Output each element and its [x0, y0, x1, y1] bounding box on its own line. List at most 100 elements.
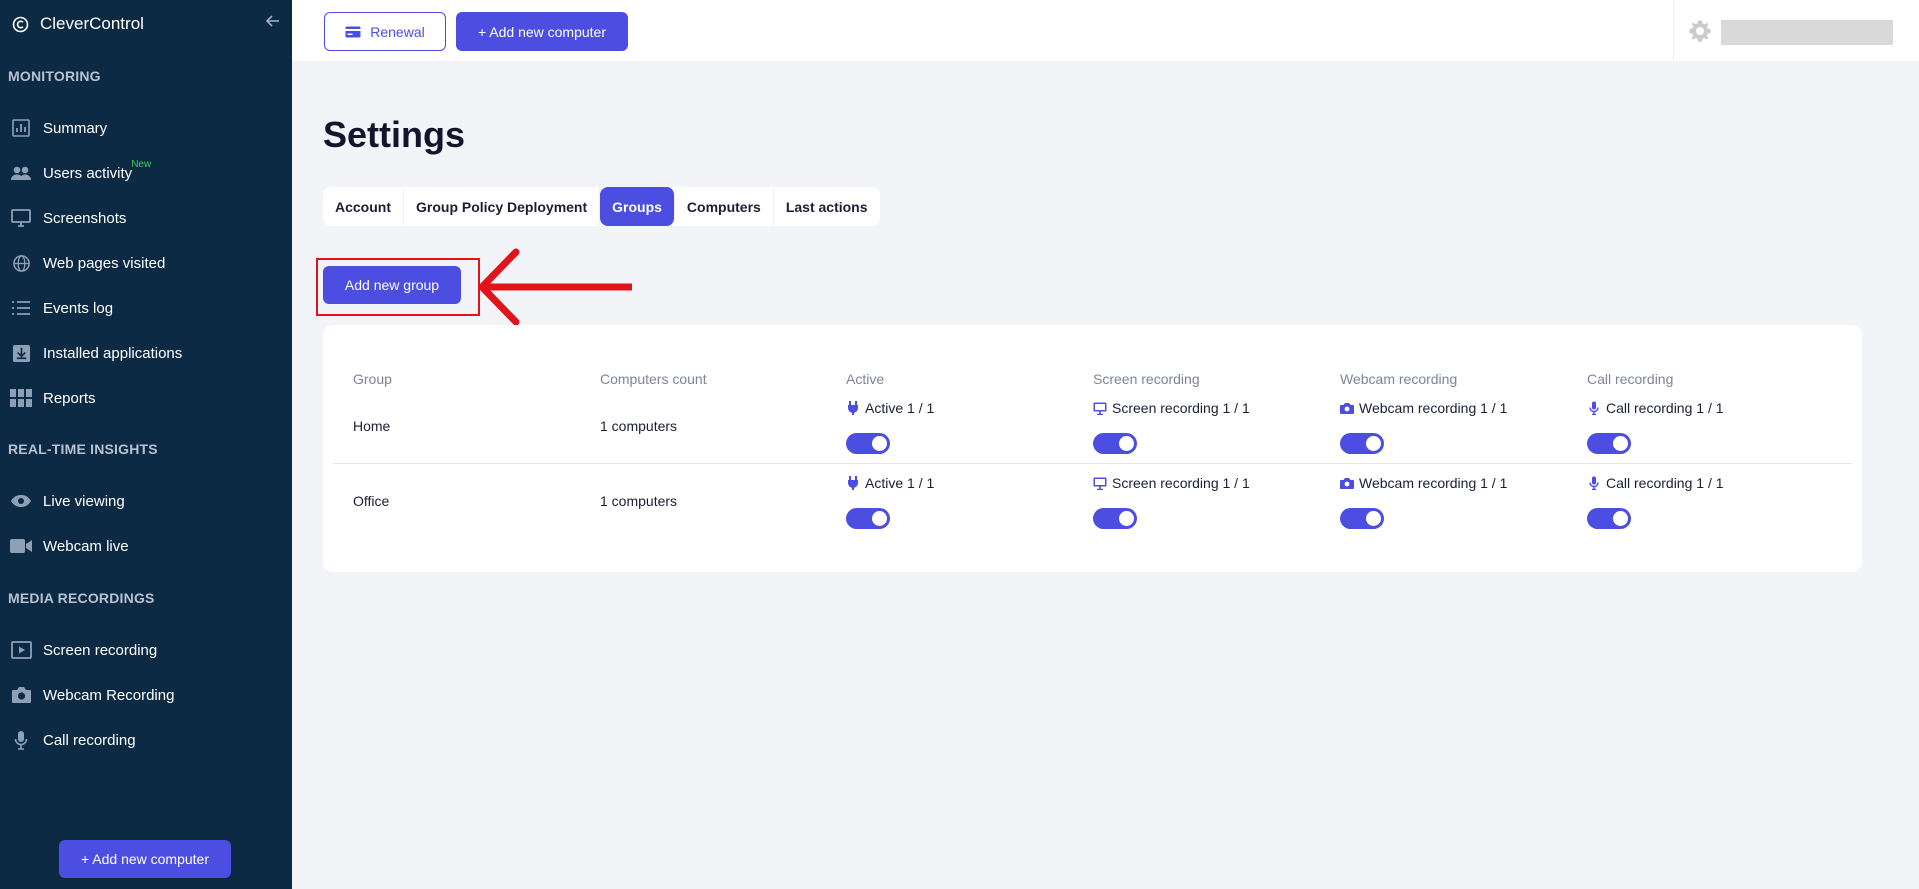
table-row-computers-count: 1 computers — [600, 418, 678, 434]
tab-last-actions[interactable]: Last actions — [774, 187, 880, 226]
column-header-group: Group — [353, 371, 392, 387]
tab-computers[interactable]: Computers — [675, 187, 774, 226]
sidebar-item-events-log[interactable]: Events log — [0, 288, 292, 328]
sidebar-item-label: Reports — [43, 389, 96, 407]
desktop-icon — [1093, 401, 1107, 415]
column-header-active: Active — [846, 371, 885, 387]
gear-icon[interactable] — [1688, 19, 1712, 43]
microphone-icon — [1587, 401, 1601, 415]
renewal-label: Renewal — [370, 23, 425, 40]
collapse-sidebar-button[interactable] — [263, 13, 283, 33]
column-header-call-recording: Call recording — [1587, 371, 1674, 387]
sidebar-item-label: Events log — [43, 299, 114, 317]
sidebar-item-label: Live viewing — [43, 492, 125, 510]
sidebar-item-summary[interactable]: Summary — [0, 108, 292, 148]
renewal-button[interactable]: Renewal — [324, 12, 446, 51]
users-icon — [10, 162, 32, 184]
sidebar-item-label: Web pages visited — [43, 254, 166, 272]
sidebar-item-reports[interactable]: Reports — [0, 378, 292, 418]
desktop-icon — [1093, 476, 1107, 490]
screen-recording-toggle[interactable] — [1093, 433, 1137, 454]
globe-icon — [10, 252, 32, 274]
sidebar-add-computer-button[interactable]: + Add new computer — [59, 840, 231, 878]
video-camera-icon — [10, 535, 32, 557]
sidebar-item-screenshots[interactable]: Screenshots — [0, 198, 292, 238]
page-title: Settings — [323, 114, 466, 155]
active-toggle[interactable] — [846, 433, 890, 454]
sidebar-item-label: Call recording — [43, 731, 136, 749]
call-recording-status-label: Call recording 1 / 1 — [1606, 400, 1724, 416]
table-row-group-name: Office — [353, 493, 390, 509]
user-account-placeholder[interactable] — [1721, 20, 1893, 45]
toggle-knob — [1613, 436, 1628, 451]
sidebar-item-call-recording[interactable]: Call recording — [0, 720, 292, 760]
app-name: CleverControl — [40, 14, 144, 33]
column-header-webcam-recording: Webcam recording — [1340, 371, 1458, 387]
camera-icon — [1340, 401, 1354, 415]
active-toggle[interactable] — [846, 508, 890, 529]
toggle-knob — [872, 511, 887, 526]
sidebar-item-label: Webcam Recording — [43, 686, 175, 704]
active-status-label: Active 1 / 1 — [865, 475, 935, 491]
sidebar-item-screen-recording[interactable]: Screen recording — [0, 630, 292, 670]
add-new-computer-button[interactable]: + Add new computer — [456, 12, 628, 51]
section-monitoring: MONITORING — [8, 68, 101, 84]
sidebar-item-label: Webcam live — [43, 537, 129, 555]
settings-tabs: Account Group Policy Deployment Groups C… — [323, 187, 880, 226]
play-screen-icon — [10, 639, 32, 661]
sidebar-item-installed-applications[interactable]: Installed applications — [0, 333, 292, 373]
column-header-screen-recording: Screen recording — [1093, 371, 1200, 387]
call-recording-toggle[interactable] — [1587, 508, 1631, 529]
annotation-arrow-icon — [478, 248, 632, 326]
call-recording-status: Call recording 1 / 1 — [1587, 475, 1724, 491]
table-row-group-name: Home — [353, 418, 391, 434]
sidebar-item-label: Installed applications — [43, 344, 183, 362]
sidebar-item-webcam-live[interactable]: Webcam live — [0, 526, 292, 566]
active-status: Active 1 / 1 — [846, 400, 934, 416]
brand[interactable]: CleverControl — [12, 12, 144, 36]
webcam-recording-status: Webcam recording 1 / 1 — [1340, 400, 1507, 416]
webcam-recording-status: Webcam recording 1 / 1 — [1340, 475, 1507, 491]
call-recording-status: Call recording 1 / 1 — [1587, 400, 1724, 416]
toggle-knob — [1613, 511, 1628, 526]
sidebar-item-live-viewing[interactable]: Live viewing — [0, 481, 292, 521]
active-status: Active 1 / 1 — [846, 475, 934, 491]
bar-chart-icon — [10, 117, 32, 139]
sidebar-item-webcam-recording[interactable]: Webcam Recording — [0, 675, 292, 715]
toggle-knob — [872, 436, 887, 451]
eye-icon — [10, 490, 32, 512]
sidebar-item-label: Users activity — [43, 164, 133, 182]
list-icon — [10, 297, 32, 319]
sidebar-item-label: Summary — [43, 119, 108, 137]
sidebar-item-label: Screen recording — [43, 641, 158, 659]
call-recording-toggle[interactable] — [1587, 433, 1631, 454]
webcam-recording-toggle[interactable] — [1340, 508, 1384, 529]
tab-account[interactable]: Account — [323, 187, 404, 226]
microphone-icon — [10, 729, 32, 751]
microphone-icon — [1587, 476, 1601, 490]
screen-recording-status: Screen recording 1 / 1 — [1093, 400, 1250, 416]
camera-icon — [1340, 476, 1354, 490]
column-header-computers-count: Computers count — [600, 371, 707, 387]
tab-group-policy-deployment[interactable]: Group Policy Deployment — [404, 187, 601, 226]
table-row-divider — [333, 463, 1852, 464]
webcam-recording-status-label: Webcam recording 1 / 1 — [1359, 475, 1508, 491]
top-divider — [1673, 0, 1674, 61]
monitor-icon — [10, 207, 32, 229]
sidebar-item-users-activity[interactable]: Users activity New — [0, 153, 292, 193]
screen-recording-toggle[interactable] — [1093, 508, 1137, 529]
credit-card-icon — [345, 26, 361, 38]
toggle-knob — [1366, 436, 1381, 451]
plug-icon — [846, 476, 860, 490]
toggle-knob — [1366, 511, 1381, 526]
webcam-recording-toggle[interactable] — [1340, 433, 1384, 454]
screen-recording-status: Screen recording 1 / 1 — [1093, 475, 1250, 491]
new-badge: New — [131, 158, 152, 170]
arrow-left-icon — [265, 14, 280, 32]
plug-icon — [846, 401, 860, 415]
tab-groups[interactable]: Groups — [600, 187, 675, 226]
table-row-computers-count: 1 computers — [600, 493, 678, 509]
sidebar-item-web-pages[interactable]: Web pages visited — [0, 243, 292, 283]
groups-table-card — [323, 325, 1862, 572]
sidebar: CleverControl MONITORING Summary Users a… — [0, 0, 292, 889]
